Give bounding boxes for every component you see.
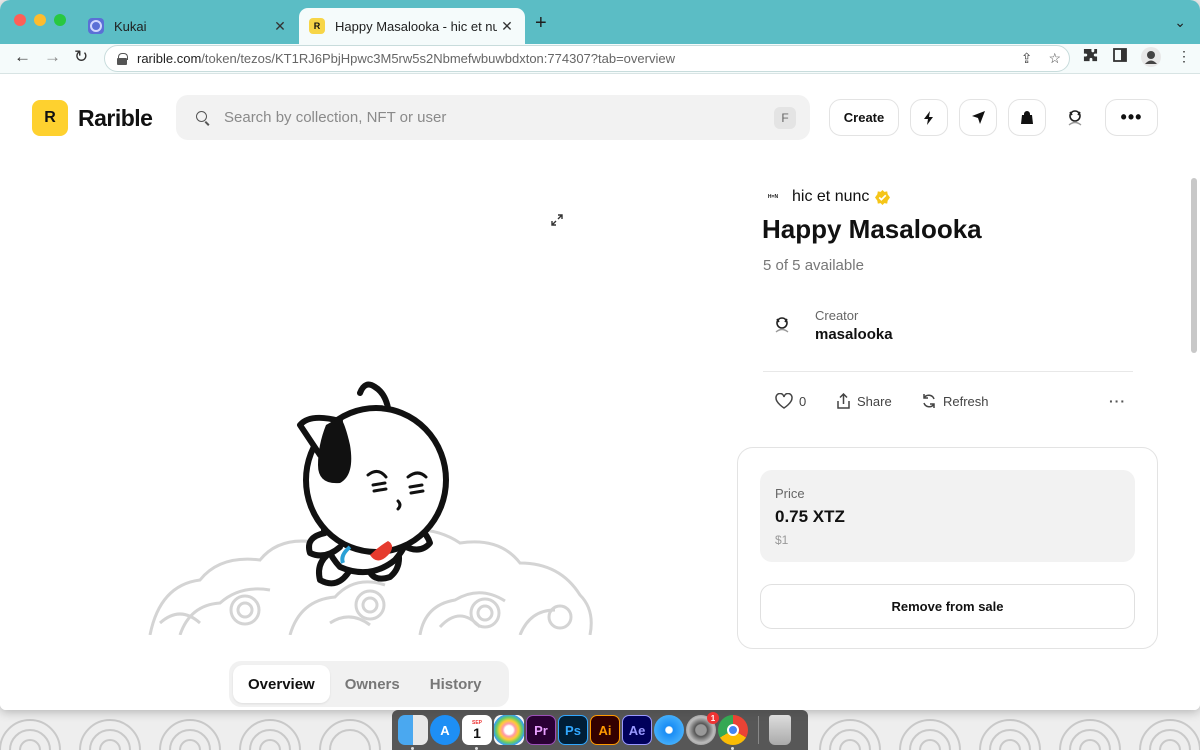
photos-icon[interactable] bbox=[494, 715, 524, 745]
search-input[interactable] bbox=[224, 109, 744, 126]
heart-icon bbox=[775, 393, 793, 409]
share-page-icon[interactable]: ⇪ bbox=[1021, 50, 1033, 67]
system-preferences-icon[interactable]: 1 bbox=[686, 712, 719, 745]
creator-avatar[interactable] bbox=[770, 313, 794, 337]
rarible-icon: R bbox=[309, 18, 325, 34]
refresh-label: Refresh bbox=[943, 393, 989, 409]
refresh-icon bbox=[923, 394, 935, 408]
forward-icon[interactable]: → bbox=[44, 47, 61, 67]
after-effects-icon[interactable]: Ae bbox=[622, 715, 652, 745]
user-avatar[interactable] bbox=[1063, 106, 1087, 130]
trash-icon[interactable] bbox=[769, 715, 791, 745]
photoshop-icon[interactable]: Ps bbox=[558, 715, 588, 745]
more-menu-button[interactable]: ••• bbox=[1105, 99, 1158, 136]
share-icon bbox=[837, 393, 850, 409]
tab-title: Kukai bbox=[114, 18, 147, 34]
tab-bar: Kukai ✕ R Happy Masalooka - hic et nunc … bbox=[0, 0, 1200, 44]
page-content: R Rarible F Create ••• bbox=[0, 75, 1200, 710]
bag-button[interactable] bbox=[1008, 99, 1046, 136]
share-button[interactable]: Share bbox=[836, 393, 892, 409]
reload-icon[interactable]: ↻ bbox=[74, 47, 88, 67]
send-icon bbox=[971, 111, 985, 124]
close-window-button[interactable] bbox=[14, 14, 26, 26]
bag-icon bbox=[1021, 111, 1033, 124]
expand-icon[interactable] bbox=[550, 213, 564, 227]
divider bbox=[763, 371, 1133, 372]
chevron-down-icon[interactable]: ⌄ bbox=[1174, 14, 1186, 31]
sale-card: Price 0.75 XTZ $1 Remove from sale bbox=[737, 447, 1158, 649]
tab-owners[interactable]: Owners bbox=[330, 665, 415, 703]
chrome-icon[interactable] bbox=[718, 715, 748, 750]
kukai-icon bbox=[88, 18, 104, 34]
premiere-icon[interactable]: Pr bbox=[526, 715, 556, 745]
creator-name-link[interactable]: masalooka bbox=[815, 326, 893, 343]
collection-link[interactable]: H=N hic et nunc bbox=[764, 188, 891, 206]
extensions-icon[interactable] bbox=[1083, 48, 1098, 66]
verified-badge-icon bbox=[875, 189, 891, 205]
price-usd: $1 bbox=[775, 533, 789, 547]
collection-name: hic et nunc bbox=[792, 188, 870, 205]
tab-overview[interactable]: Overview bbox=[233, 665, 330, 703]
creator-label: Creator bbox=[815, 308, 859, 323]
finder-icon[interactable] bbox=[398, 715, 428, 750]
collection-logo: H=N bbox=[764, 188, 782, 206]
nft-artwork[interactable] bbox=[140, 305, 600, 635]
more-actions-icon[interactable]: ··· bbox=[1109, 393, 1126, 409]
tab-history[interactable]: History bbox=[415, 665, 497, 703]
create-button[interactable]: Create bbox=[829, 99, 899, 136]
lock-icon bbox=[117, 52, 128, 65]
price-box: Price 0.75 XTZ $1 bbox=[760, 470, 1135, 562]
availability-text: 5 of 5 available bbox=[763, 257, 864, 274]
tab-title: Happy Masalooka - hic et nunc bbox=[335, 18, 497, 34]
scrollbar-thumb[interactable] bbox=[1191, 178, 1197, 353]
calendar-icon[interactable]: SEP 1 bbox=[462, 715, 492, 750]
close-tab-icon[interactable]: ✕ bbox=[270, 18, 290, 35]
dock: A SEP 1 Pr Ps Ai Ae 1 bbox=[392, 710, 808, 750]
like-button[interactable]: 0 bbox=[775, 393, 806, 409]
rarible-logo-mark: R bbox=[32, 100, 68, 136]
lightning-button[interactable] bbox=[910, 99, 948, 136]
dock-separator bbox=[758, 716, 759, 744]
address-bar[interactable]: rarible.com/token/tezos/KT1RJ6PbjHpwc3M5… bbox=[104, 45, 1070, 72]
minimize-window-button[interactable] bbox=[34, 14, 46, 26]
search-bar[interactable]: F bbox=[176, 95, 810, 140]
profile-avatar-icon[interactable] bbox=[1141, 47, 1161, 70]
send-button[interactable] bbox=[959, 99, 997, 136]
price-value: 0.75 XTZ bbox=[775, 507, 845, 526]
search-shortcut-key: F bbox=[774, 107, 796, 129]
brand-name: Rarible bbox=[78, 104, 153, 131]
refresh-button[interactable]: Refresh bbox=[921, 393, 989, 409]
tab-happy-masalooka[interactable]: R Happy Masalooka - hic et nunc ✕ bbox=[299, 8, 525, 44]
new-tab-icon[interactable]: + bbox=[535, 12, 547, 35]
app-store-icon[interactable]: A bbox=[430, 715, 460, 745]
close-tab-icon[interactable]: ✕ bbox=[497, 18, 517, 35]
illustrator-icon[interactable]: Ai bbox=[590, 715, 620, 745]
like-count: 0 bbox=[799, 393, 807, 409]
tab-kukai[interactable]: Kukai ✕ bbox=[78, 8, 298, 44]
search-icon bbox=[196, 110, 210, 125]
browser-toolbar: ← → ↻ rarible.com/token/tezos/KT1RJ6PbjH… bbox=[0, 44, 1200, 74]
share-label: Share bbox=[857, 393, 892, 409]
fullscreen-window-button[interactable] bbox=[54, 14, 66, 26]
sidebar-icon[interactable] bbox=[1113, 48, 1127, 65]
price-label: Price bbox=[775, 486, 805, 501]
remove-from-sale-button[interactable]: Remove from sale bbox=[760, 584, 1135, 629]
lightning-icon bbox=[924, 110, 933, 125]
browser-window: Kukai ✕ R Happy Masalooka - hic et nunc … bbox=[0, 0, 1200, 710]
content-tabs: Overview Owners History bbox=[229, 661, 509, 707]
rarible-logo[interactable]: R Rarible bbox=[32, 100, 153, 136]
nft-title: Happy Masalooka bbox=[762, 214, 982, 244]
safari-icon[interactable] bbox=[654, 715, 684, 745]
back-icon[interactable]: ← bbox=[14, 47, 31, 67]
browser-menu-icon[interactable]: ⋮ bbox=[1177, 48, 1191, 65]
bookmark-star-icon[interactable]: ☆ bbox=[1048, 50, 1061, 67]
url-text: rarible.com/token/tezos/KT1RJ6PbjHpwc3M5… bbox=[137, 51, 675, 66]
